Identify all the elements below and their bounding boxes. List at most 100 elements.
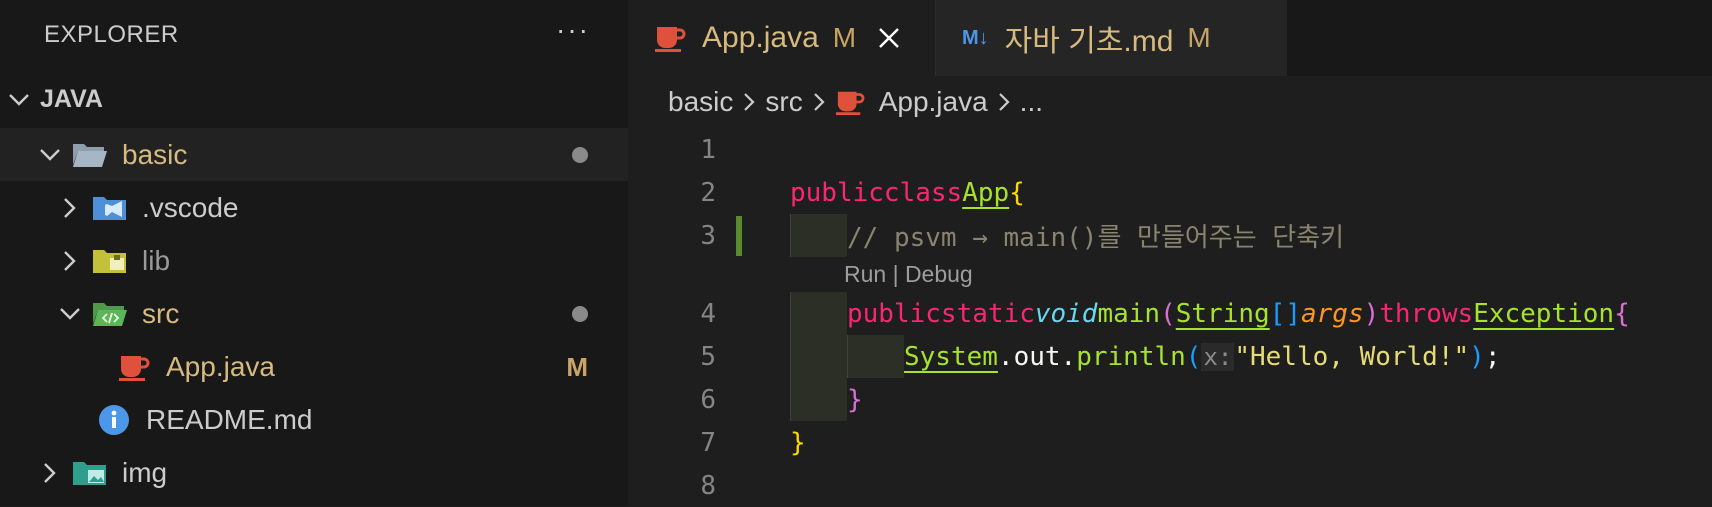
close-icon[interactable] [878,27,900,49]
chevron-right-icon [998,92,1010,112]
string-literal: "Hello, World!" [1234,341,1470,372]
line-number: 4 [700,298,716,329]
tree-item-label: App.java [166,350,275,382]
tree-item-app-java[interactable]: App.java M [0,340,628,393]
tab-app-java[interactable]: App.java M [628,0,935,76]
gutter [716,421,790,464]
tab-java-basics-md[interactable]: M↓ 자바 기초.md M [935,0,1287,76]
code-line: 3 // psvm → main()를 만들어주는 단축키 [628,214,1712,257]
chevron-right-icon [58,197,82,219]
indent-guide [790,378,847,421]
brace: } [847,384,863,415]
tree-item-label: img [122,456,168,488]
chevron-right-icon [58,250,82,272]
explorer-header: EXPLORER ··· [0,0,628,70]
paren: ( [1160,298,1176,329]
keyword-static: static [940,298,1035,329]
chevron-down-icon [58,307,82,321]
chevron-right-icon [743,92,755,112]
code-content: // psvm → main()를 만들어주는 단축키 [790,214,1344,257]
tree-item-readme[interactable]: README.md [0,393,628,446]
keyword-public: public [790,177,884,208]
keyword-void: void [1034,298,1098,329]
lib-folder-icon [90,244,130,278]
tab-bar: App.java M M↓ 자바 기초.md M [628,0,1712,76]
breadcrumb-item[interactable]: src [765,86,802,118]
breadcrumb: basic src App.java ... [628,76,1712,128]
code-content: } [790,421,806,464]
code-line: 6 } [628,378,1712,421]
indent-guide [790,214,847,257]
tree-item-src[interactable]: src [0,287,628,340]
modified-line-indicator [736,216,742,256]
explorer-sidebar: EXPLORER ··· JAVA basic .vscode lib src … [0,0,628,506]
parameter-hint: x: [1201,342,1235,371]
semicolon: ; [1484,341,1501,372]
type-exception: Exception [1473,298,1615,329]
tree-item-basic[interactable]: basic [0,128,628,181]
type-string: String [1175,298,1270,329]
tree-item-label: basic [122,138,188,170]
code-line: 5 System .out. println(x: "Hello, World!"); [628,335,1712,378]
code-line: 1 [628,128,1712,171]
line-number: 7 [700,427,716,458]
comment: // psvm → main()를 만들어주는 단축키 [847,223,1345,253]
breadcrumb-item[interactable]: basic [668,86,733,118]
java-file-icon [654,23,686,53]
source-folder-icon [90,297,130,331]
line-number: 5 [700,341,716,372]
line-number: 3 [700,220,716,251]
workspace-section-header[interactable]: JAVA [0,70,628,128]
code-editor[interactable]: 1 2 public class App { 3 // psvm → main(… [628,128,1712,507]
workspace-name: JAVA [40,84,103,113]
markdown-icon: M↓ [962,26,989,49]
tree-item-label: src [142,297,180,329]
paren: ) [1363,298,1380,329]
modified-badge: M [1187,22,1211,53]
gutter [716,128,790,171]
gutter [716,214,790,257]
keyword-throws: throws [1379,298,1474,329]
modified-badge: M [832,22,857,53]
paren: ( [1185,341,1202,372]
more-actions-icon[interactable]: ··· [556,16,590,54]
gutter [716,171,790,214]
tree-item-img[interactable]: img [0,446,628,499]
tree-item-lib[interactable]: lib [0,234,628,287]
gutter [716,378,790,421]
chevron-down-icon [38,148,62,162]
breadcrumb-item[interactable]: App.java [879,86,988,118]
code-line: 4 public static void main(String[] args)… [628,292,1712,335]
codelens-run-debug[interactable]: Run | Debug [628,257,1712,292]
tree-item-label: README.md [146,403,313,435]
tree-item-label: lib [142,244,171,276]
brace: { [1614,298,1630,329]
modified-dot-indicator [572,147,588,163]
image-folder-icon [70,456,110,490]
keyword-public: public [847,298,941,329]
method-println: println [1076,341,1186,372]
java-file-icon [114,350,154,384]
parameter: args [1300,298,1364,329]
vscode-window: EXPLORER ··· JAVA basic .vscode lib src … [0,0,1712,506]
breadcrumb-item[interactable]: ... [1020,86,1043,118]
brace: { [1009,177,1025,208]
modified-badge: M [566,352,588,382]
member-access: .out. [997,341,1077,372]
code-content: public class App { [790,171,1025,214]
code-content: public static void main(String[] args) t… [790,292,1630,335]
indent-guide [790,292,847,335]
chevron-down-icon [8,85,40,114]
folder-open-icon [70,138,110,172]
tab-label: App.java [702,21,819,54]
vscode-folder-icon [90,191,130,225]
code-content: } [790,378,863,421]
chevron-right-icon [813,92,825,112]
tab-label: 자바 기초.md [1004,25,1174,58]
tree-item-vscode[interactable]: .vscode [0,181,628,234]
java-file-icon [835,88,865,116]
code-content: System .out. println(x: "Hello, World!"); [790,335,1500,378]
chevron-right-icon [38,462,62,484]
code-line: 8 [628,464,1712,507]
info-icon [94,403,134,437]
